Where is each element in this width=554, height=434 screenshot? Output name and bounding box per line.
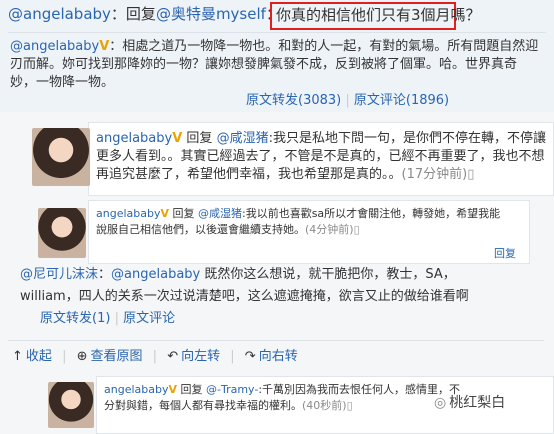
comment-2-reply-link[interactable]: 回复 bbox=[494, 246, 516, 262]
repost-comment-link[interactable]: 原文评论 bbox=[123, 311, 175, 326]
verified-icon: V bbox=[160, 207, 169, 220]
verified-icon: V bbox=[99, 39, 110, 54]
comment-2-reply-word: 回复 bbox=[172, 207, 195, 220]
collapse-label: 收起 bbox=[25, 349, 52, 364]
repost-actions: 原文转发(1) | 原文评论 bbox=[40, 311, 176, 326]
repost-repost-link[interactable]: 原文转发(1) bbox=[40, 311, 110, 326]
comment-3-reply-word: 回复 bbox=[180, 383, 203, 396]
comment-1-user[interactable]: angelababy bbox=[96, 131, 172, 146]
comment-1-reply-word: 回复 bbox=[186, 131, 213, 146]
rotate-right-icon: ↷ bbox=[244, 349, 256, 364]
comment-1-target[interactable]: @咸湿猪 bbox=[217, 131, 269, 146]
original-repost-link[interactable]: 原文转发(3083) bbox=[246, 93, 341, 108]
original-colon: ： bbox=[109, 39, 123, 54]
zoom-icon: ⊕ bbox=[76, 349, 88, 364]
reply-word: ：回复 bbox=[110, 5, 156, 23]
comment-3-time: (40秒前) bbox=[302, 399, 347, 412]
comment-3-user[interactable]: angelababy bbox=[104, 383, 168, 396]
original-post: @angelababyV：相處之道乃一物降一物也。和對的人一起，有對的氣場。所有… bbox=[10, 38, 540, 92]
divider bbox=[8, 32, 546, 33]
view-original-button[interactable]: ⊕ 查看原图 bbox=[77, 349, 143, 364]
repost-mention-link[interactable]: @angelababy bbox=[111, 267, 200, 282]
rotate-left-label: 向左转 bbox=[181, 349, 221, 364]
rotate-right-button[interactable]: ↷ 向右转 bbox=[245, 349, 298, 364]
copy-icon[interactable]: ▯ bbox=[347, 398, 353, 414]
repost-text-1: 既然你这么想说，就干脆把你，教士，SA， bbox=[204, 267, 456, 282]
view-original-label: 查看原图 bbox=[90, 349, 143, 364]
avatar[interactable] bbox=[32, 128, 90, 186]
comment-2-user[interactable]: angelababy bbox=[96, 207, 160, 220]
comment-1-time: (17分钟前) bbox=[401, 167, 468, 182]
original-comment-link[interactable]: 原文评论(1896) bbox=[354, 93, 449, 108]
rotate-left-button[interactable]: ↶ 向左转 bbox=[167, 349, 220, 364]
reply-question: 你真的相信他们只有3個月嗎？ bbox=[276, 6, 481, 24]
top-reply-line: @angelababy：回复@奥特曼myself： bbox=[8, 4, 281, 24]
comment-3-body: angelababyV 回复 @-Tramy-:千萬別因為我而去恨任何人，感情里… bbox=[104, 382, 460, 414]
image-actions: ↑ 收起 | ⊕ 查看原图 | ↶ 向左转 | ↷ 向右转 bbox=[12, 349, 298, 364]
copy-icon[interactable]: ▯ bbox=[354, 222, 360, 238]
comment-2-target[interactable]: @咸湿猪 bbox=[198, 207, 242, 220]
repost-colon: ： bbox=[98, 267, 112, 282]
comment-2-body: angelababyV 回复 @咸湿猪:我以前也喜歡sa所以才會關注他，轉發她，… bbox=[96, 206, 506, 238]
comment-2-time: (4分钟前) bbox=[305, 223, 354, 236]
comment-1-body: angelababyV 回复 @咸湿猪:我只是私地下問一句，是你們不停在轉，不停… bbox=[96, 130, 548, 184]
comment-3-target[interactable]: @-Tramy- bbox=[206, 383, 258, 396]
collapse-button[interactable]: ↑ 收起 bbox=[12, 349, 52, 364]
watermark-label: 桃红梨白 bbox=[449, 395, 506, 411]
comment-3-text-2: 分對與錯，每個人都有尋找幸福的權利。 bbox=[104, 399, 302, 412]
repost-user-link[interactable]: @尼可儿沫沫 bbox=[20, 267, 98, 282]
copy-icon[interactable]: ▯ bbox=[467, 166, 474, 184]
rotate-left-icon: ↶ bbox=[167, 349, 179, 364]
rotate-right-label: 向右转 bbox=[258, 349, 298, 364]
repost-line-1: @尼可儿沫沫：@angelababy 既然你这么想说，就干脆把你，教士，SA， bbox=[20, 266, 550, 284]
reply-user-link[interactable]: @angelababy bbox=[8, 5, 111, 23]
watermark: ◎ 桃红梨白 bbox=[434, 392, 505, 412]
wechat-icon: ◎ bbox=[434, 395, 447, 411]
avatar[interactable] bbox=[48, 382, 94, 428]
original-actions: 原文转发(3083) | 原文评论(1896) bbox=[246, 93, 450, 108]
divider bbox=[8, 340, 544, 341]
original-user-link[interactable]: @angelababy bbox=[10, 39, 99, 54]
comment-3-text-1: :千萬別因為我而去恨任何人，感情里，不 bbox=[258, 383, 461, 396]
verified-icon: V bbox=[172, 131, 183, 146]
avatar[interactable] bbox=[38, 208, 86, 258]
reply-target-link[interactable]: @奥特曼myself bbox=[156, 5, 266, 23]
verified-icon: V bbox=[168, 383, 177, 396]
repost-text-2: william，四人的关系一次过说清楚吧，这么遮遮掩掩，欲言又止的做给谁看啊 bbox=[20, 289, 469, 304]
arrow-up-icon: ↑ bbox=[12, 349, 23, 364]
